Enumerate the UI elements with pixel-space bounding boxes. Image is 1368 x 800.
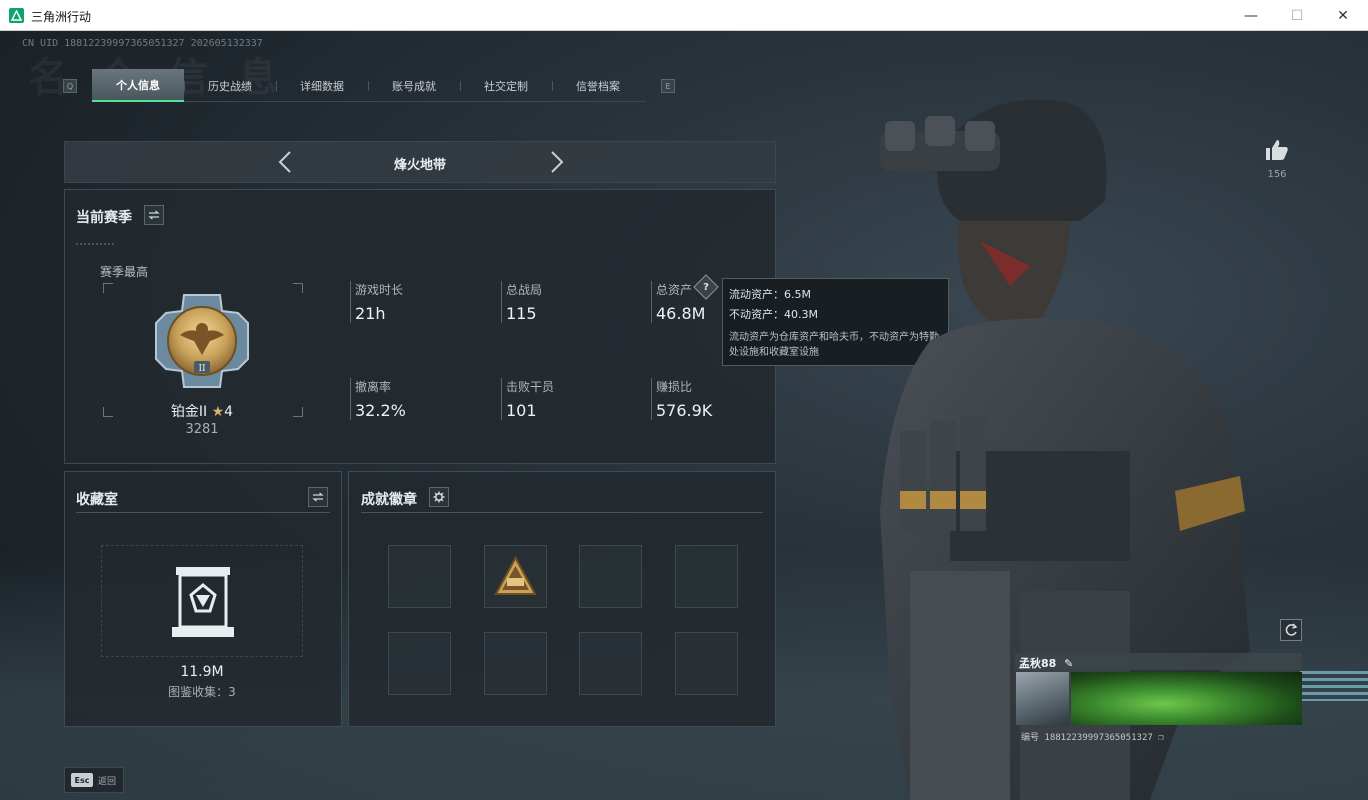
tab-next-key[interactable]: E — [661, 79, 675, 93]
player-card-header: 孟秋88 ✎ — [1015, 653, 1302, 670]
refresh-button[interactable] — [1280, 619, 1302, 641]
collection-count: 图鉴收集：3 — [168, 685, 236, 699]
stat-value: 21h — [355, 304, 386, 323]
tab-bar: 个人信息 历史战绩 详细数据 账号成就 社交定制 信誉档案 — [92, 69, 646, 102]
back-button[interactable]: Esc 返回 — [64, 767, 124, 793]
badges-settings-button[interactable] — [429, 487, 449, 507]
badge-slot[interactable] — [675, 632, 738, 695]
tab-achievements[interactable]: 账号成就 — [368, 69, 460, 102]
chevron-right-icon[interactable] — [544, 149, 570, 175]
back-label: 返回 — [98, 777, 117, 787]
badges-title: 成就徽章 — [361, 492, 417, 508]
divider — [76, 512, 330, 513]
rank-tier: 铂金II — [170, 404, 208, 420]
app-logo-icon — [9, 8, 24, 23]
player-name-text: 孟秋88 — [1019, 657, 1057, 670]
star-icon: ★ — [211, 404, 225, 420]
svg-text:II: II — [198, 364, 206, 374]
player-id: 编号 18812239997365051327 ❐ — [1021, 730, 1164, 743]
season-switch-button[interactable] — [144, 205, 164, 225]
stat-value: 46.8M — [656, 304, 706, 323]
avatar[interactable] — [1016, 672, 1069, 725]
stat-label: 总战局 — [506, 283, 543, 297]
esc-key: Esc — [71, 773, 93, 787]
badge-slot[interactable] — [579, 632, 642, 695]
player-banner — [1071, 672, 1302, 725]
badge-slot-filled[interactable] — [484, 545, 547, 608]
rank-medal-icon: II — [155, 294, 249, 388]
rank-name: 铂金II ★4 — [100, 401, 304, 421]
badge-slot[interactable] — [579, 545, 642, 608]
stat-playtime: 游戏时长 21h — [350, 281, 403, 323]
collection-switch-button[interactable] — [308, 487, 328, 507]
season-title: 当前赛季 — [76, 210, 132, 226]
achievement-badge-icon — [494, 555, 537, 595]
copy-icon[interactable]: ❐ — [1158, 733, 1163, 743]
maximize-button[interactable]: ☐ — [1274, 0, 1320, 31]
collection-value: 11.9M — [180, 664, 224, 680]
swap-icon — [148, 210, 160, 220]
stat-total-matches: 总战局 115 — [501, 281, 542, 323]
divider — [361, 512, 763, 513]
tab-credit[interactable]: 信誉档案 — [552, 69, 644, 102]
tab-social[interactable]: 社交定制 — [460, 69, 552, 102]
like-count: 156 — [1267, 169, 1287, 180]
frame-corner — [103, 283, 113, 293]
stat-label: 撤离率 — [355, 380, 392, 394]
stat-label: 赚损比 — [656, 380, 693, 394]
player-id-text: 编号 18812239997365051327 — [1021, 733, 1153, 743]
stat-value: 576.9K — [656, 401, 713, 420]
window-title: 三角洲行动 — [31, 10, 92, 24]
uid-watermark: CN UID 18812239997365051327 202605132337 — [22, 38, 263, 49]
tab-profile[interactable]: 个人信息 — [92, 69, 184, 102]
mode-selector: 烽火地带 — [64, 141, 776, 183]
rank-stars: 4 — [224, 404, 234, 420]
mode-label: 烽火地带 — [393, 158, 446, 173]
window-titlebar: 三角洲行动 — ☐ ✕ — [0, 0, 1368, 31]
minimize-button[interactable]: — — [1228, 0, 1274, 31]
gear-icon — [433, 491, 445, 503]
tab-history[interactable]: 历史战绩 — [184, 69, 276, 102]
badge-slot[interactable] — [388, 632, 451, 695]
close-button[interactable]: ✕ — [1320, 0, 1366, 31]
collection-title: 收藏室 — [76, 492, 118, 508]
stat-value: 115 — [506, 304, 537, 323]
frame-corner — [293, 283, 303, 293]
light-strip — [1300, 671, 1368, 701]
vault-icon[interactable] — [170, 565, 236, 641]
stat-kills: 击败干员 101 — [501, 378, 554, 420]
stat-label: 击败干员 — [506, 380, 555, 394]
badge-slot[interactable] — [388, 545, 451, 608]
badge-slot[interactable] — [484, 632, 547, 695]
swap-icon — [312, 492, 324, 502]
stat-value: 32.2% — [355, 401, 406, 420]
rank-score: 3281 — [185, 422, 219, 437]
tab-prev-key[interactable]: Q — [63, 79, 77, 93]
tab-details[interactable]: 详细数据 — [276, 69, 368, 102]
stat-label: 游戏时长 — [355, 283, 404, 297]
game-screen: 名 个 信 息 CN UID 18812239997365051327 2026… — [0, 31, 1368, 800]
season-peak-label: 赛季最高 — [100, 265, 149, 279]
thumbs-up-icon[interactable] — [1265, 139, 1289, 161]
stat-profit-ratio: 赚损比 576.9K — [651, 378, 712, 420]
badge-slot[interactable] — [675, 545, 738, 608]
player-name: 孟秋88 ✎ — [1019, 655, 1073, 671]
stat-extract-rate: 撤离率 32.2% — [350, 378, 406, 420]
refresh-icon — [1285, 623, 1298, 636]
stat-value: 101 — [506, 401, 537, 420]
divider — [76, 243, 114, 245]
player-card[interactable]: 孟秋88 ✎ 编号 18812239997365051327 ❐ — [1015, 653, 1302, 749]
edit-icon[interactable]: ✎ — [1064, 657, 1073, 670]
